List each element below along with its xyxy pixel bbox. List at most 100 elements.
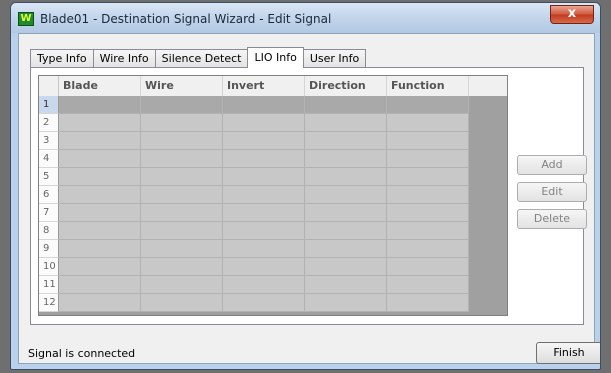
table-cell[interactable]: [59, 168, 141, 186]
table-cell[interactable]: [141, 150, 223, 168]
table-cell[interactable]: [223, 240, 305, 258]
column-header-invert[interactable]: Invert: [223, 76, 305, 96]
table-cell[interactable]: [223, 186, 305, 204]
table-cell[interactable]: [59, 186, 141, 204]
row-header[interactable]: 9: [39, 240, 59, 258]
table-cell[interactable]: [305, 294, 387, 312]
table-cell[interactable]: [59, 240, 141, 258]
table-cell[interactable]: [223, 150, 305, 168]
tab-type-info[interactable]: Type Info: [30, 49, 94, 67]
table-cell[interactable]: [223, 204, 305, 222]
table-cell[interactable]: [141, 96, 223, 114]
tab-user-info[interactable]: User Info: [302, 49, 367, 67]
table-cell[interactable]: [223, 258, 305, 276]
table-cell[interactable]: [223, 222, 305, 240]
table-row[interactable]: 3: [39, 132, 507, 150]
row-header[interactable]: 2: [39, 114, 59, 132]
delete-button[interactable]: Delete: [517, 209, 587, 229]
table-cell[interactable]: [387, 276, 469, 294]
table-row[interactable]: 2: [39, 114, 507, 132]
table-cell[interactable]: [59, 258, 141, 276]
row-header[interactable]: 12: [39, 294, 59, 312]
table-cell[interactable]: [305, 168, 387, 186]
table-row[interactable]: 8: [39, 222, 507, 240]
table-cell[interactable]: [59, 222, 141, 240]
table-cell[interactable]: [387, 186, 469, 204]
table-row[interactable]: 5: [39, 168, 507, 186]
table-cell[interactable]: [59, 132, 141, 150]
table-cell[interactable]: [387, 222, 469, 240]
table-row[interactable]: 12: [39, 294, 507, 312]
row-header[interactable]: 3: [39, 132, 59, 150]
table-cell[interactable]: [223, 168, 305, 186]
table-cell[interactable]: [223, 114, 305, 132]
column-header-function[interactable]: Function: [387, 76, 469, 96]
table-cell[interactable]: [141, 114, 223, 132]
table-row[interactable]: 6: [39, 186, 507, 204]
table-cell[interactable]: [141, 222, 223, 240]
table-cell[interactable]: [59, 114, 141, 132]
row-header[interactable]: 6: [39, 186, 59, 204]
tab-lio-info[interactable]: LIO Info: [247, 47, 304, 68]
row-header[interactable]: 10: [39, 258, 59, 276]
table-cell[interactable]: [59, 150, 141, 168]
table-row[interactable]: 4: [39, 150, 507, 168]
table-cell[interactable]: [305, 150, 387, 168]
table-cell[interactable]: [305, 222, 387, 240]
row-header[interactable]: 7: [39, 204, 59, 222]
column-header-direction[interactable]: Direction: [305, 76, 387, 96]
table-cell[interactable]: [387, 294, 469, 312]
table-cell[interactable]: [223, 96, 305, 114]
column-header-blade[interactable]: Blade: [59, 76, 141, 96]
table-cell[interactable]: [223, 294, 305, 312]
table-cell[interactable]: [387, 150, 469, 168]
row-header[interactable]: 5: [39, 168, 59, 186]
table-cell[interactable]: [305, 258, 387, 276]
table-cell[interactable]: [59, 96, 141, 114]
table-cell[interactable]: [387, 204, 469, 222]
table-cell[interactable]: [387, 96, 469, 114]
table-cell[interactable]: [141, 294, 223, 312]
table-cell[interactable]: [141, 240, 223, 258]
row-header[interactable]: 1: [39, 96, 59, 114]
table-cell[interactable]: [59, 204, 141, 222]
finish-button[interactable]: Finish: [536, 342, 600, 364]
row-header[interactable]: 4: [39, 150, 59, 168]
table-cell[interactable]: [387, 240, 469, 258]
table-cell[interactable]: [305, 240, 387, 258]
table-cell[interactable]: [59, 294, 141, 312]
table-cell[interactable]: [305, 204, 387, 222]
table-row[interactable]: 10: [39, 258, 507, 276]
column-header-wire[interactable]: Wire: [141, 76, 223, 96]
close-button[interactable]: x: [550, 5, 594, 24]
table-cell[interactable]: [141, 258, 223, 276]
title-bar[interactable]: W Blade01 - Destination Signal Wizard - …: [11, 3, 600, 33]
table-cell[interactable]: [305, 114, 387, 132]
table-cell[interactable]: [223, 276, 305, 294]
table-cell[interactable]: [305, 186, 387, 204]
add-button[interactable]: Add: [517, 155, 587, 175]
table-row[interactable]: 1: [39, 96, 507, 114]
table-cell[interactable]: [223, 132, 305, 150]
edit-button[interactable]: Edit: [517, 182, 587, 202]
table-cell[interactable]: [305, 132, 387, 150]
table-cell[interactable]: [387, 168, 469, 186]
tab-silence-detect[interactable]: Silence Detect: [154, 49, 249, 67]
table-row[interactable]: 11: [39, 276, 507, 294]
table-cell[interactable]: [141, 186, 223, 204]
table-cell[interactable]: [141, 168, 223, 186]
table-row[interactable]: 7: [39, 204, 507, 222]
table-cell[interactable]: [305, 96, 387, 114]
table-cell[interactable]: [387, 114, 469, 132]
table-cell[interactable]: [141, 204, 223, 222]
table-cell[interactable]: [305, 276, 387, 294]
table-cell[interactable]: [141, 132, 223, 150]
table-row[interactable]: 9: [39, 240, 507, 258]
table-cell[interactable]: [387, 132, 469, 150]
lio-grid[interactable]: Blade Wire Invert Direction Function 123…: [38, 75, 508, 316]
row-header[interactable]: 11: [39, 276, 59, 294]
row-header[interactable]: 8: [39, 222, 59, 240]
table-cell[interactable]: [387, 258, 469, 276]
table-cell[interactable]: [141, 276, 223, 294]
tab-wire-info[interactable]: Wire Info: [92, 49, 156, 67]
